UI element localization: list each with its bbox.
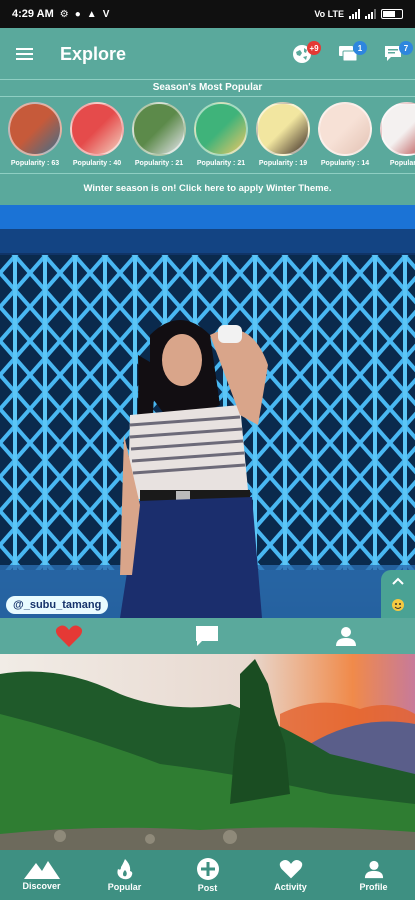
- post-action-bar: [0, 618, 415, 654]
- post-photo: [0, 205, 415, 618]
- nav-activity[interactable]: Activity: [249, 850, 332, 900]
- comment-button[interactable]: [138, 624, 276, 648]
- signal-icon: [349, 9, 360, 19]
- nav-label: Activity: [274, 882, 307, 892]
- notification-badge: +9: [307, 41, 321, 55]
- emoji-icon: [392, 599, 404, 611]
- nav-label: Discover: [22, 881, 61, 891]
- avatar[interactable]: [318, 102, 372, 156]
- volte-label: Vo LTE: [314, 9, 344, 19]
- nav-label: Popular: [107, 882, 142, 892]
- avatar[interactable]: [256, 102, 310, 156]
- section-title: Season's Most Popular: [152, 82, 263, 93]
- plus-circle-icon: [196, 858, 219, 880]
- popular-user-item[interactable]: Popularity : 14: [314, 98, 376, 167]
- popular-user-item[interactable]: Popularity : 19: [252, 98, 314, 167]
- avatar[interactable]: [8, 102, 62, 156]
- popular-user-item[interactable]: Popularity : 63: [4, 98, 66, 167]
- popularity-label: Popularity : 19: [258, 160, 308, 167]
- avatar[interactable]: [132, 102, 186, 156]
- chat-button[interactable]: 7: [381, 41, 413, 65]
- location-icon: ▲: [86, 8, 97, 20]
- app-header: Explore +9 1 7: [0, 28, 415, 80]
- popular-strip[interactable]: Popularity : 63 Popularity : 40 Popularity…: [0, 98, 415, 172]
- messages-button[interactable]: 1: [335, 41, 367, 65]
- mountain-icon: [23, 861, 60, 879]
- signal-2-icon: [365, 9, 376, 19]
- like-button[interactable]: [0, 624, 138, 648]
- expand-chevron-button[interactable]: [381, 570, 415, 618]
- popularity-label: Popularity : 21: [196, 160, 246, 167]
- post-username-tag[interactable]: @_subu_tamang: [6, 596, 109, 614]
- chevron-up-icon: [392, 577, 404, 585]
- nav-discover[interactable]: Discover: [0, 850, 83, 900]
- popularity-label: Popularity : 63: [10, 160, 60, 167]
- winter-theme-banner[interactable]: Winter season is on! Click here to apply…: [0, 174, 415, 204]
- status-time: 4:29 AM: [12, 8, 54, 20]
- popular-user-item[interactable]: Popularity: [376, 98, 415, 167]
- popular-user-item[interactable]: Popularity : 21: [190, 98, 252, 167]
- popularity-label: Popularity: [389, 160, 415, 167]
- popular-user-item[interactable]: Popularity : 40: [66, 98, 128, 167]
- notifications-button[interactable]: +9: [289, 41, 321, 65]
- popular-user-item[interactable]: Popularity : 21: [128, 98, 190, 167]
- menu-icon[interactable]: [0, 28, 48, 80]
- person-icon: [364, 860, 383, 879]
- post-image[interactable]: @_subu_tamang: [0, 205, 415, 618]
- person-icon: [335, 627, 356, 646]
- bottom-nav: Discover Popular Post Activity Profile: [0, 850, 415, 900]
- flame-icon: [116, 859, 132, 880]
- popularity-label: Popularity : 21: [134, 160, 184, 167]
- messages-badge: 1: [353, 41, 367, 55]
- heart-icon: [56, 625, 83, 647]
- nav-label: Profile: [359, 882, 388, 892]
- divider: [0, 96, 415, 97]
- post-image[interactable]: [0, 654, 415, 850]
- chat-badge: 7: [399, 41, 413, 55]
- popularity-label: Popularity : 14: [320, 160, 370, 167]
- comment-icon: [196, 626, 219, 646]
- nav-popular[interactable]: Popular: [83, 850, 166, 900]
- avatar[interactable]: [380, 102, 415, 156]
- vpn-icon: V: [102, 8, 110, 20]
- settings-icon: ⚙: [59, 8, 69, 20]
- heart-icon: [279, 860, 302, 879]
- popularity-label: Popularity : 40: [72, 160, 122, 167]
- avatar[interactable]: [194, 102, 248, 156]
- avatar[interactable]: [70, 102, 124, 156]
- nav-label: Post: [197, 883, 218, 893]
- landscape-photo: [0, 654, 415, 850]
- status-bar: 4:29 AM ⚙ ● ▲ V Vo LTE: [0, 0, 415, 28]
- record-icon: ●: [74, 8, 81, 20]
- battery-icon: [381, 9, 403, 19]
- profile-button[interactable]: [277, 625, 415, 647]
- nav-profile[interactable]: Profile: [332, 850, 415, 900]
- nav-post[interactable]: Post: [166, 850, 249, 900]
- page-title: Explore: [60, 43, 127, 64]
